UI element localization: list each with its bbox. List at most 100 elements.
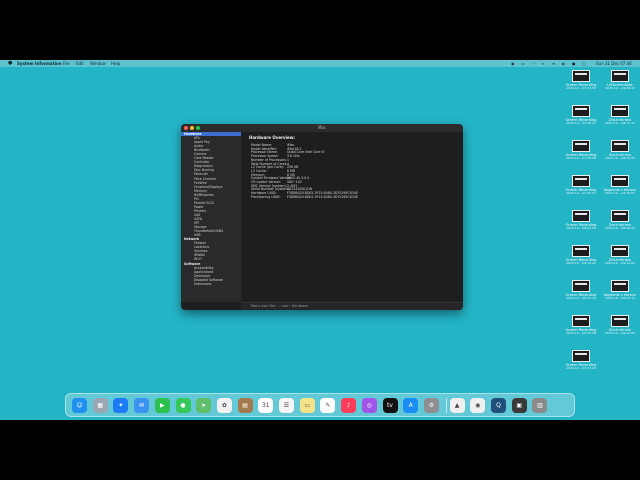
table-row: Provisioning UDID: F5DBB420-8D02-5F15-808… [251, 194, 358, 200]
dock-glyph: ✎ [325, 402, 331, 409]
dock-app-preview-icon[interactable]: ▲ [449, 398, 465, 413]
dock-glyph: ▭ [304, 402, 311, 409]
file-date: 2023-12-...08.07.06 [566, 227, 596, 230]
menu-help[interactable]: Help [111, 60, 120, 67]
file-date: 2023-12-...07.42.04 [566, 367, 596, 370]
wifi-icon[interactable]: ◠ [532, 60, 536, 67]
dock-app-downloads-icon[interactable]: ▣ [511, 398, 527, 413]
dock-glyph: ▦ [97, 402, 104, 409]
file-thumbnail-icon [611, 210, 629, 222]
apple-menu-icon[interactable]: ● [8, 60, 12, 67]
battery-icon[interactable]: ▭ [521, 60, 525, 67]
file-thumbnail-icon [572, 350, 590, 362]
file-thumbnail-icon [611, 315, 629, 327]
dock-glyph: ♪ [346, 402, 351, 409]
file-date: 2023-12-...08.46.02 [605, 227, 635, 230]
file-thumbnail-icon [611, 280, 629, 292]
desktop-file-icon[interactable]: Screen Recording 2023-12-...08.35.42 [562, 245, 600, 266]
dock-app-freeform-icon[interactable]: ✎ [320, 398, 336, 413]
file-thumbnail-icon [572, 245, 590, 257]
dock-glyph: ▶ [159, 402, 165, 409]
dock-app-calendar-icon[interactable]: 31 [258, 398, 274, 413]
dock-app-podcasts-icon[interactable]: ◎ [361, 398, 377, 413]
dock-app-finder-icon[interactable]: ☺ [72, 398, 87, 413]
dock-app-messages-icon[interactable]: ● [175, 398, 191, 413]
dock-app-safari-icon[interactable]: ✦ [113, 398, 129, 413]
dock-app-apple-tv-icon[interactable]: tv [382, 398, 398, 413]
dock-glyph: ☰ [283, 402, 290, 409]
menu-bar: ● System Information File Edit Window He… [0, 60, 640, 67]
dock-glyph: ● [180, 402, 186, 409]
dock-glyph: ✦ [118, 402, 124, 409]
dock-app-launchpad-icon[interactable]: ▦ [92, 398, 108, 413]
dock-app-quicktime-icon[interactable]: Q [491, 398, 506, 413]
dock-app-facetime-icon[interactable]: ▶ [154, 398, 170, 413]
menu-edit[interactable]: Edit [76, 60, 84, 67]
title-bar[interactable]: Mac [181, 124, 463, 132]
overview-table: Model Name: iMac Model Identifier: iMac18,2… [251, 143, 358, 200]
desktop-file-icon[interactable]: Zrzut ekranu 2023-12-...08.21.17 [601, 105, 639, 126]
desktop-file-icon[interactable]: Screen Recording 2023-12-...08.07.06 [562, 210, 600, 231]
file-date: 2023-12-...08.35.42 [566, 262, 596, 265]
dock-app-app-store-icon[interactable]: A [403, 398, 419, 413]
desktop-file-icon[interactable]: LiftScreenShot 2023-12-...11.06.17 [601, 70, 639, 91]
file-thumbnail-icon [572, 140, 590, 152]
dock-glyph: ➤ [201, 402, 207, 409]
siri-icon[interactable]: ◐ [562, 60, 566, 67]
dock-glyph: Q [496, 402, 501, 409]
desktop-file-icon[interactable]: Zrzut ekranu 2023-12-...09.14.01 [601, 245, 639, 266]
file-thumbnail-icon [611, 70, 629, 82]
desktop-file-icon[interactable]: Screen Recording 2023-12-...07.22.54 [562, 70, 600, 91]
user-icon[interactable]: ● [572, 60, 576, 67]
desktop-file-icon[interactable]: Screen Recording 2023-12-...07.42.04 [562, 350, 600, 371]
file-date: 2023-12-...07.22.54 [566, 87, 596, 90]
file-date: 2023-12-...09.43.14 [605, 297, 635, 300]
file-thumbnail-icon [611, 105, 629, 117]
file-thumbnail-icon [572, 105, 590, 117]
desktop-file-icon[interactable]: Nagranie z ekranu 2023-12-...09.43.14 [601, 280, 639, 301]
dock-app-system-settings-icon[interactable]: ⚙ [423, 398, 439, 413]
desktop-file-icon[interactable]: Screen Recording 2023-12-...09.15.16 [562, 280, 600, 301]
dock-app-maps-icon[interactable]: ➤ [196, 398, 212, 413]
status-path-bar: Mac's own Mac … user › Hardware [241, 302, 463, 310]
desktop-file-icon[interactable]: Zrzut ekranu 2023-12-...08.42.55 [601, 140, 639, 161]
dock-glyph: tv [387, 402, 393, 409]
content-pane: Hardware Overview: Model Name: iMac Model … [245, 132, 463, 302]
dock-app-stickies-icon[interactable]: ▭ [299, 398, 315, 413]
search-icon[interactable]: ⌕ [542, 60, 544, 67]
dock-glyph: 31 [261, 402, 270, 409]
menu-app-name[interactable]: System Information [17, 60, 62, 67]
sidebar-item[interactable]: Extensions [181, 282, 241, 286]
dock-separator [445, 398, 447, 413]
desktop-file-icon[interactable]: Zrzut ekranu 2023-12-...08.46.02 [601, 210, 639, 231]
control-center-icon[interactable]: ≡ [552, 60, 555, 67]
control-icon[interactable]: ◉ [511, 60, 515, 67]
dock-app-photos-icon[interactable]: ✿ [216, 398, 232, 413]
dock-app-notes-icon[interactable]: ▤ [237, 398, 253, 413]
row-key: Provisioning UDID: [251, 194, 281, 199]
dock-app-music-icon[interactable]: ♪ [341, 398, 357, 413]
file-date: 2023-12-...09.43.04 [605, 332, 635, 335]
display-icon[interactable]: ▢ [582, 60, 586, 67]
dock-glyph: ▣ [516, 402, 523, 409]
file-date: 2023-12-...12.45.57 [605, 192, 635, 195]
dock-app-reminders-icon[interactable]: ☰ [279, 398, 294, 413]
menu-window[interactable]: Window [90, 60, 106, 67]
dock-app-chrome-icon[interactable]: ◉ [470, 398, 486, 413]
dock-glyph: ◎ [366, 402, 372, 409]
desktop-file-icon[interactable]: Screen Recording 2023-12-...07.50.57 [562, 175, 600, 196]
menu-file[interactable]: File [63, 60, 70, 67]
desktop-file-icon[interactable]: Zrzut ekranu 2023-12-...09.43.04 [601, 315, 639, 336]
desktop-file-icon[interactable]: Screen Recording 2023-12-...09.50.58 [562, 315, 600, 336]
file-thumbnail-icon [572, 315, 590, 327]
dock-glyph: ☺ [76, 402, 83, 409]
desktop-file-icon[interactable]: Screen Recording 2023-12-...07.49.58 [562, 140, 600, 161]
dock-app-mail-icon[interactable]: ✉ [134, 398, 150, 413]
menu-clock[interactable]: Sun 31 Dec 07:44 [596, 60, 632, 67]
file-thumbnail-icon [572, 280, 590, 292]
desktop-file-icon[interactable]: Screen Recording 2023-12-...07.25.27 [562, 105, 600, 126]
dock-glyph: ◉ [475, 402, 481, 409]
file-thumbnail-icon [572, 210, 590, 222]
desktop-file-icon[interactable]: Nagranie z ekranu 2023-12-...12.45.57 [601, 175, 639, 196]
dock-app-trash-icon[interactable]: ▥ [532, 398, 548, 413]
